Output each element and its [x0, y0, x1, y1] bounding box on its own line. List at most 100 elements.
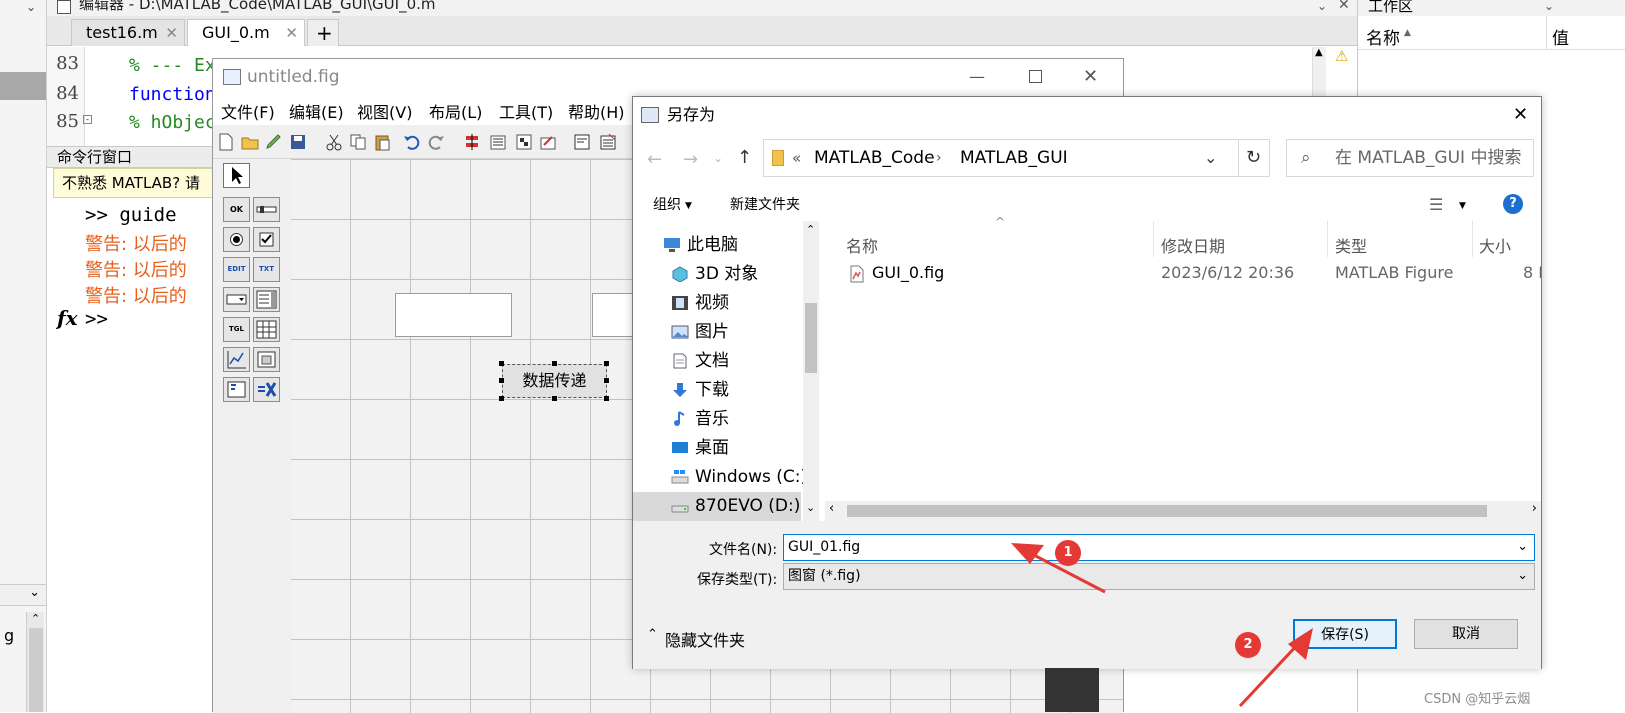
chevron-up-icon[interactable]: ⌃: [647, 627, 658, 642]
selection-handle[interactable]: [552, 361, 557, 366]
tab-order-icon[interactable]: [515, 133, 533, 151]
menu-view[interactable]: 视图(V): [357, 99, 412, 123]
close-icon[interactable]: ✕: [1338, 0, 1350, 12]
table-tool[interactable]: [253, 317, 280, 342]
chevron-down-icon[interactable]: ⌄: [1517, 534, 1528, 559]
menu-file[interactable]: 文件(F): [221, 99, 275, 123]
workspace-col-value[interactable]: 值: [1552, 24, 1569, 49]
refresh-icon[interactable]: ↻: [1246, 140, 1261, 176]
recent-dropdown-icon[interactable]: ⌄: [713, 151, 723, 165]
open-folder-icon[interactable]: [241, 133, 259, 151]
selection-handle[interactable]: [499, 396, 504, 401]
selection-handle[interactable]: [604, 361, 609, 366]
workspace-col-name[interactable]: 名称: [1366, 24, 1400, 49]
align-icon[interactable]: [463, 133, 481, 151]
selection-handle[interactable]: [604, 378, 609, 383]
search-icon: ⌕: [1301, 148, 1311, 168]
breadcrumb-matlab-code[interactable]: MATLAB_Code: [814, 140, 935, 176]
edit-text-tool[interactable]: EDIT: [223, 257, 250, 282]
selection-handle[interactable]: [552, 396, 557, 401]
close-icon[interactable]: ✕: [1083, 59, 1098, 95]
filetype-select[interactable]: 图窗 (*.fig) ⌄: [783, 563, 1535, 590]
back-icon[interactable]: ←: [647, 149, 662, 170]
selection-handle[interactable]: [499, 361, 504, 366]
breadcrumb-matlab-gui[interactable]: MATLAB_GUI: [960, 140, 1068, 176]
file-row[interactable]: GUI_0.fig 2023/6/12 20:36 MATLAB Figure …: [825, 259, 1541, 289]
cancel-button[interactable]: 取消: [1414, 619, 1518, 649]
close-tab-icon[interactable]: ✕: [285, 20, 298, 46]
toolbar-editor-icon[interactable]: [539, 133, 557, 151]
address-bar[interactable]: « MATLAB_Code › MATLAB_GUI ⌄ ↻: [763, 139, 1270, 177]
edit-icon[interactable]: [265, 133, 283, 151]
activex-tool[interactable]: [253, 377, 280, 402]
chevron-down-icon[interactable]: ⌄: [1317, 0, 1327, 13]
save-button[interactable]: 保存(S): [1293, 619, 1397, 649]
redo-icon[interactable]: [427, 133, 445, 151]
add-tab-button[interactable]: +: [307, 19, 339, 46]
fold-icon[interactable]: -: [83, 115, 92, 124]
column-type[interactable]: 类型: [1335, 233, 1367, 257]
close-icon[interactable]: ✕: [1513, 97, 1528, 133]
menu-layout[interactable]: 布局(L): [429, 99, 482, 123]
selected-row[interactable]: [0, 72, 46, 100]
menu-edit[interactable]: 编辑(E): [289, 99, 344, 123]
column-size[interactable]: 大小: [1479, 233, 1511, 257]
notice-bar[interactable]: 不熟悉 MATLAB? 请: [53, 168, 237, 198]
organize-button[interactable]: 组织: [653, 190, 681, 220]
up-icon[interactable]: ↑: [737, 147, 752, 168]
minimize-icon[interactable]: —: [969, 59, 985, 95]
popup-menu-tool[interactable]: [223, 287, 250, 312]
property-inspector-icon[interactable]: [599, 133, 617, 151]
chevron-down-icon[interactable]: ▼: [1459, 191, 1466, 221]
panel-dropdown[interactable]: ⌄: [0, 584, 46, 606]
help-icon[interactable]: ?: [1503, 194, 1523, 214]
button-group-tool[interactable]: [223, 377, 250, 402]
left-scrollbar[interactable]: ⌃: [26, 612, 44, 712]
copy-icon[interactable]: [349, 133, 367, 151]
slider-tool[interactable]: [253, 197, 280, 222]
menu-tools[interactable]: 工具(T): [499, 99, 553, 123]
undo-icon[interactable]: [403, 133, 421, 151]
menu-editor-icon[interactable]: [489, 133, 507, 151]
static-text-tool[interactable]: TXT: [253, 257, 280, 282]
push-button-tool[interactable]: OK: [223, 197, 250, 222]
warning-icon[interactable]: ⚠: [1335, 47, 1348, 65]
new-file-icon[interactable]: [217, 133, 235, 151]
chevron-down-icon[interactable]: ⌄: [1204, 140, 1217, 176]
panel-tool[interactable]: [253, 347, 280, 372]
panel-menu-icon[interactable]: ⌄: [26, 0, 36, 14]
editor-icon[interactable]: [573, 133, 591, 151]
paste-icon[interactable]: [373, 133, 391, 151]
view-options-icon[interactable]: ☰: [1429, 190, 1443, 220]
push-button-component[interactable]: 数据传递: [502, 364, 607, 398]
select-tool[interactable]: [223, 163, 250, 188]
toggle-button-tool[interactable]: TGL: [223, 317, 250, 342]
nav-scrollbar[interactable]: ⌃ ⌄: [803, 221, 819, 521]
close-tab-icon[interactable]: ✕: [165, 20, 178, 46]
checkbox-tool[interactable]: [253, 227, 280, 252]
forward-icon[interactable]: →: [683, 149, 698, 170]
guide-title-bar: untitled.fig — ✕: [213, 59, 1123, 95]
new-folder-button[interactable]: 新建文件夹: [730, 190, 800, 220]
hide-folders-toggle[interactable]: 隐藏文件夹: [665, 627, 745, 651]
selection-handle[interactable]: [604, 396, 609, 401]
axes-tool[interactable]: [223, 347, 250, 372]
horizontal-scrollbar[interactable]: ‹ ›: [825, 501, 1541, 521]
save-icon[interactable]: [289, 133, 307, 151]
chevron-down-icon[interactable]: ⌄: [1544, 0, 1554, 13]
listbox-tool[interactable]: [253, 287, 280, 312]
tab-test16[interactable]: test16.m ✕: [71, 19, 185, 46]
fx-icon[interactable]: fx: [57, 306, 78, 330]
filename-input[interactable]: GUI_01.fig ⌄: [783, 534, 1535, 561]
edit-text-component[interactable]: [395, 293, 512, 337]
cut-icon[interactable]: [325, 133, 343, 151]
column-date[interactable]: 修改日期: [1161, 233, 1225, 257]
cmd-prompt[interactable]: >>: [85, 308, 108, 330]
selection-handle[interactable]: [499, 378, 504, 383]
search-box[interactable]: ⌕ 在 MATLAB_GUI 中搜索: [1286, 139, 1534, 177]
tab-gui0[interactable]: GUI_0.m ✕: [187, 19, 305, 46]
radio-button-tool[interactable]: [223, 227, 250, 252]
maximize-icon[interactable]: [1029, 70, 1042, 83]
column-name[interactable]: 名称: [846, 233, 878, 257]
menu-help[interactable]: 帮助(H): [568, 99, 625, 123]
